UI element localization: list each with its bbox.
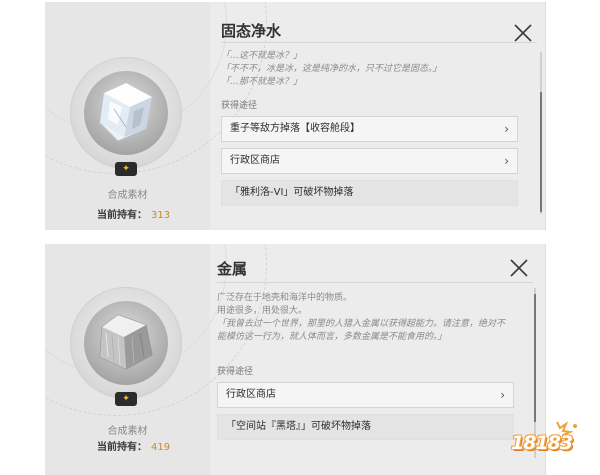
close-icon[interactable]: [508, 257, 530, 279]
chevron-right-icon: ›: [504, 122, 509, 136]
close-icon[interactable]: [512, 22, 534, 44]
item-category: 合成素材: [107, 190, 148, 201]
star-icon: ✦: [115, 392, 137, 406]
owned-count: 313: [151, 210, 171, 221]
description-line: 「…那不就是冰？」: [221, 77, 303, 87]
scrollbar-thumb[interactable]: [540, 92, 542, 212]
item-icon-frame: ✦: [70, 287, 182, 406]
item-description: 「…这不就是冰？」 「不不不，冰是冰，这是纯净的水，只不过它是固态。」 「…那不…: [221, 50, 521, 89]
item-title: 金属: [217, 260, 248, 278]
chevron-right-icon: ›: [500, 388, 505, 402]
sources-label: 获得途径: [221, 101, 258, 111]
source-label: 行政区商店: [226, 389, 276, 400]
item-icon-backdrop: [84, 301, 168, 385]
source-label: 重子等敌方掉落【收容舱段】: [230, 123, 360, 134]
chevron-right-icon: ›: [504, 154, 509, 168]
owned-count: 419: [151, 442, 171, 453]
source-row: 「空间站『黑塔』」可破坏物掉落: [217, 414, 514, 440]
owned-label: 当前持有：: [97, 442, 147, 453]
quote-line: 「我曾去过一个世界，那里的人猎入金属以获得超能力。请注意，绝对不: [217, 319, 506, 329]
description-line: 「…这不就是冰？」: [221, 51, 303, 61]
item-preview-area: ✦ 合成素材 当前持有： 419: [45, 244, 267, 475]
source-row[interactable]: 行政区商店 ›: [217, 382, 514, 408]
source-row[interactable]: 重子等敌方掉落【收容舱段】 ›: [221, 116, 518, 142]
description-line: 广泛存在于地壳和海洋中的物质。: [217, 293, 353, 303]
ice-cube-icon: [99, 82, 153, 142]
item-quote: 「我曾去过一个世界，那里的人猎入金属以获得超能力。请注意，绝对不 能模仿这一行为…: [217, 318, 517, 344]
divider: [221, 42, 537, 43]
owned-label: 当前持有：: [97, 210, 147, 221]
item-detail-panel-solid-water: ✦ 合成素材 当前持有： 313 固态净水 「…这不就是冰？」 「不不不，冰是冰，…: [45, 2, 546, 230]
source-row: 「雅利洛-VI」可破坏物掉落: [221, 180, 518, 206]
item-icon-frame: ✦: [70, 57, 182, 176]
divider: [217, 282, 533, 283]
source-label: 「雅利洛-VI」可破坏物掉落: [230, 187, 354, 198]
item-description: 广泛存在于地壳和海洋中的物质。 用途很多，用处很大。: [217, 292, 517, 318]
scrollbar[interactable]: [540, 52, 542, 214]
description-line: 用途很多，用处很大。: [217, 306, 308, 316]
item-detail-panel-metal: ✦ 合成素材 当前持有： 419 金属 广泛存在于地壳和海洋中的物质。 用途很多，…: [45, 244, 546, 475]
scrollbar-thumb[interactable]: [534, 294, 536, 422]
source-row[interactable]: 行政区商店 ›: [221, 148, 518, 174]
item-title: 固态净水: [221, 22, 282, 40]
source-label: 「空间站『黑塔』」可破坏物掉落: [226, 421, 371, 432]
source-label: 行政区商店: [230, 155, 280, 166]
quote-line: 能模仿这一行为，就人体而言，多数金属是不能食用的。」: [217, 332, 447, 342]
star-icon: ✦: [115, 162, 137, 176]
sources-label: 获得途径: [217, 367, 254, 377]
logo-text: 18183: [511, 432, 573, 454]
owned-count-row: 当前持有： 313: [97, 206, 170, 221]
description-line: 「不不不，冰是冰，这是纯净的水，只不过它是固态。」: [221, 64, 442, 74]
metal-cube-icon: [99, 314, 153, 370]
item-icon-backdrop: [84, 71, 168, 155]
item-category: 合成素材: [107, 426, 148, 437]
site-logo: 18183: [505, 420, 597, 466]
owned-count-row: 当前持有： 419: [97, 438, 170, 453]
item-preview-area: ✦ 合成素材 当前持有： 313: [45, 2, 267, 230]
